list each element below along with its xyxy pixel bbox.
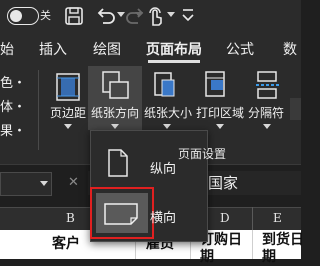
touch-mode-dropdown-icon[interactable] — [167, 12, 175, 17]
orientation-dropdown-icon — [111, 124, 119, 129]
save-icon[interactable] — [64, 6, 84, 26]
tab-formulas[interactable]: 公式 — [226, 39, 254, 59]
orientation-icon — [102, 71, 129, 99]
cell-divider — [252, 230, 253, 259]
column-header-d[interactable]: D — [220, 211, 230, 225]
breaks-dropdown-icon[interactable] — [263, 124, 271, 129]
landscape-highlight-box — [90, 187, 154, 239]
column-divider — [252, 207, 253, 231]
autosave-state: 关 — [40, 9, 51, 22]
undo-icon[interactable] — [95, 6, 117, 26]
theme-fonts-button[interactable]: 体・ — [0, 96, 26, 115]
column-header-e[interactable]: E — [273, 211, 282, 225]
active-tab-indicator — [148, 60, 200, 63]
touch-mode-icon[interactable] — [145, 5, 165, 27]
cell-customer-header[interactable]: 客户 — [52, 236, 80, 253]
tab-insert[interactable]: 插入 — [39, 39, 67, 59]
autosave-toggle[interactable] — [7, 7, 39, 25]
cancel-icon[interactable]: ✕ — [68, 175, 79, 190]
breaks-icon[interactable] — [254, 70, 282, 102]
breaks-label[interactable]: 分隔符 — [248, 104, 284, 121]
print-area-dropdown-icon[interactable] — [216, 124, 224, 129]
redo-dropdown-icon[interactable] — [135, 12, 143, 17]
theme-effects-button[interactable]: 果・ — [0, 120, 26, 139]
print-area-label[interactable]: 打印区域 — [196, 104, 244, 121]
tab-draw[interactable]: 绘图 — [93, 39, 121, 59]
orientation-label: 纸张方向 — [91, 106, 140, 120]
cell-arrival-date-header[interactable]: 到货日期 — [262, 232, 310, 266]
portrait-page-icon — [108, 149, 128, 177]
margins-dropdown-icon[interactable] — [64, 124, 72, 129]
paper-size-dropdown-icon[interactable] — [163, 124, 171, 129]
tab-data[interactable]: 数 — [283, 39, 297, 59]
tab-page-layout[interactable]: 页面布局 — [146, 39, 202, 59]
portrait-label: 纵向 — [150, 162, 177, 177]
customize-toolbar-icon[interactable] — [180, 6, 196, 26]
ribbon-separator — [38, 70, 39, 150]
tab-home[interactable]: 始 — [0, 39, 14, 59]
background-button[interactable] — [290, 98, 301, 120]
column-header-b[interactable]: B — [66, 211, 75, 225]
paper-size-icon[interactable] — [150, 70, 180, 102]
name-box-dropdown-icon[interactable] — [40, 181, 48, 186]
paper-size-label[interactable]: 纸张大小 — [144, 104, 192, 121]
margins-icon[interactable] — [54, 72, 82, 102]
landscape-label: 横向 — [150, 211, 177, 226]
print-area-icon[interactable] — [202, 70, 230, 102]
theme-colors-button[interactable]: 色・ — [0, 72, 26, 91]
margins-label[interactable]: 页边距 — [50, 104, 86, 121]
